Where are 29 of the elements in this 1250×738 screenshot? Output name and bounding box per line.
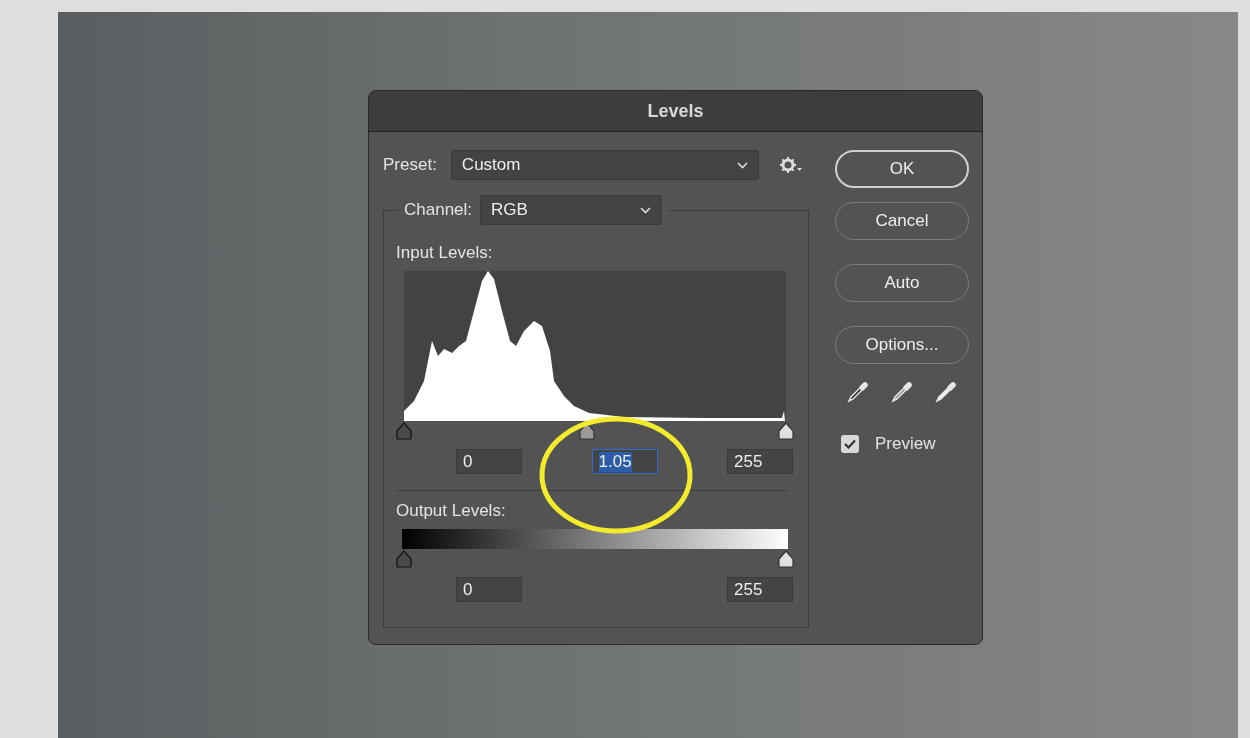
preview-label: Preview	[875, 434, 936, 454]
output-levels-label: Output Levels:	[396, 501, 507, 521]
input-level-field[interactable]: 0	[456, 449, 522, 474]
preview-checkbox[interactable]	[841, 435, 859, 453]
slider-thumb[interactable]	[395, 422, 413, 440]
eyedropper-icon[interactable]	[890, 380, 914, 404]
input-levels-label: Input Levels:	[396, 243, 494, 263]
dialog-button[interactable]: Auto	[835, 264, 969, 302]
eyedropper-icon[interactable]	[846, 380, 870, 404]
eyedropper-icon[interactable]	[934, 380, 958, 404]
dialog-button[interactable]: Cancel	[835, 202, 969, 240]
input-level-field[interactable]: 255	[727, 449, 793, 474]
gear-icon[interactable]	[778, 156, 803, 174]
dialog-button[interactable]: OK	[835, 150, 969, 188]
chevron-down-icon	[640, 206, 652, 214]
preset-dropdown[interactable]: Custom	[450, 150, 759, 180]
dialog-button[interactable]: Options...	[835, 326, 969, 364]
slider-thumb[interactable]	[395, 550, 413, 568]
slider-thumb[interactable]	[578, 422, 597, 440]
input-level-field[interactable]: 1.05	[591, 449, 658, 474]
output-level-field[interactable]: 255	[727, 577, 793, 602]
chevron-down-icon	[736, 161, 748, 169]
slider-thumb[interactable]	[777, 550, 795, 568]
channel-label: Channel:	[404, 200, 473, 220]
output-level-field[interactable]: 0	[456, 577, 522, 602]
preset-label: Preset:	[383, 155, 437, 175]
channel-dropdown[interactable]: RGB	[480, 195, 663, 225]
slider-thumb[interactable]	[777, 422, 795, 440]
dialog-title: Levels	[369, 91, 982, 132]
